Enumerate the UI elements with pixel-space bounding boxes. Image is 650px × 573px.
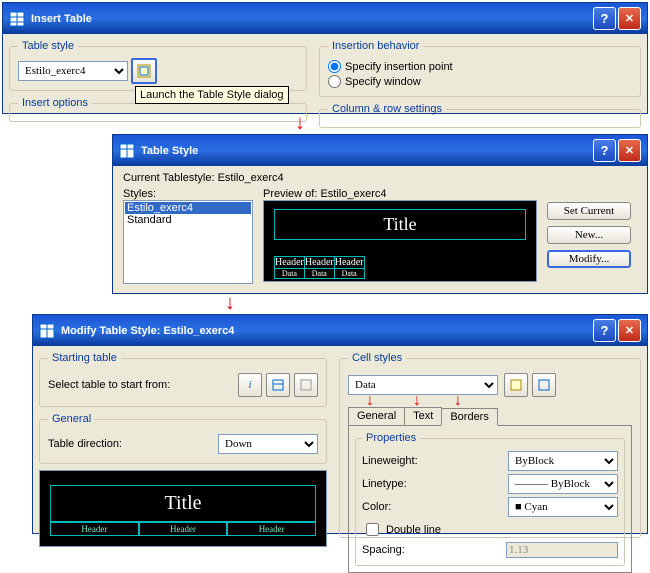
table-icon: [39, 323, 55, 339]
manage-cell-style-button[interactable]: [532, 373, 556, 397]
help-button[interactable]: [593, 139, 616, 162]
double-line-label: Double line: [386, 524, 618, 536]
general-legend: General: [48, 413, 95, 425]
launch-style-button[interactable]: [131, 58, 157, 84]
tooltip: Launch the Table Style dialog: [135, 86, 289, 104]
col-row-legend: Column & row settings: [328, 103, 446, 115]
insert-options-legend: Insert options: [18, 97, 92, 109]
double-line-check[interactable]: [366, 523, 379, 536]
start-from-label: Select table to start from:: [48, 379, 238, 391]
table-icon: [119, 143, 135, 159]
list-item[interactable]: Estilo_exerc4: [125, 202, 251, 214]
new-button[interactable]: New...: [547, 226, 631, 244]
close-button[interactable]: [618, 319, 641, 342]
styles-label: Styles:: [123, 188, 253, 200]
close-button[interactable]: [618, 139, 641, 162]
starting-table-legend: Starting table: [48, 352, 121, 364]
cell-styles-legend: Cell styles: [348, 352, 406, 364]
color-select[interactable]: ■ Cyan: [508, 497, 618, 517]
linetype-label: Linetype:: [362, 478, 508, 490]
specify-window-radio[interactable]: [328, 75, 341, 88]
set-current-button[interactable]: Set Current: [547, 202, 631, 220]
linetype-select[interactable]: ——— ByBlock: [508, 474, 618, 494]
table-icon: [9, 11, 25, 27]
dialog-title: Insert Table: [31, 13, 92, 25]
tab-general[interactable]: General: [348, 407, 405, 425]
remove-table-button[interactable]: [294, 373, 318, 397]
tab-text[interactable]: Text: [404, 407, 442, 425]
preview-label: Preview of: Estilo_exerc4: [263, 188, 537, 200]
specify-point-radio[interactable]: [328, 60, 341, 73]
table-direction-label: Table direction:: [48, 438, 218, 450]
tab-borders[interactable]: Borders: [441, 408, 498, 426]
lineweight-select[interactable]: ByBlock: [508, 451, 618, 471]
dialog-title: Modify Table Style: Estilo_exerc4: [61, 325, 234, 337]
lineweight-label: Lineweight:: [362, 455, 508, 467]
dialog-title: Table Style: [141, 145, 198, 157]
close-button[interactable]: [618, 7, 641, 30]
table-style-select[interactable]: Estilo_exerc4: [18, 61, 128, 81]
current-style-label: Current Tablestyle: Estilo_exerc4: [123, 172, 637, 184]
styles-list[interactable]: Estilo_exerc4 Standard: [123, 200, 253, 284]
pick-table-button[interactable]: [266, 373, 290, 397]
help-button[interactable]: [593, 7, 616, 30]
list-item[interactable]: Standard: [125, 214, 251, 226]
properties-legend: Properties: [362, 432, 420, 444]
arrow-icon: ↓: [225, 292, 235, 315]
arrow-icon: ↓: [295, 112, 305, 135]
insertion-behavior-legend: Insertion behavior: [328, 40, 423, 52]
table-style-legend: Table style: [18, 40, 78, 52]
info-button[interactable]: i: [238, 373, 262, 397]
help-button[interactable]: [593, 319, 616, 342]
color-label: Color:: [362, 501, 508, 513]
preview-pane: Title HeaderHeaderHeader: [39, 470, 327, 547]
spacing-label: Spacing:: [362, 544, 506, 556]
preview-pane: Title HeaderHeaderHeader DataDataData: [263, 200, 537, 282]
new-cell-style-button[interactable]: [504, 373, 528, 397]
spacing-input[interactable]: [506, 542, 618, 558]
modify-button[interactable]: Modify...: [547, 250, 631, 268]
direction-select[interactable]: Down: [218, 434, 318, 454]
